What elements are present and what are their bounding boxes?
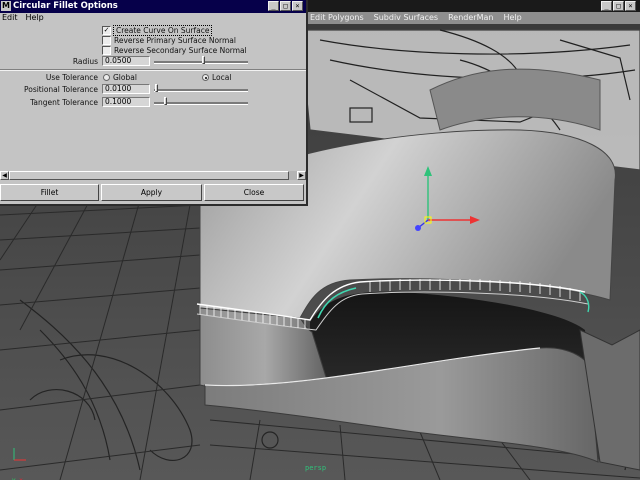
reverse-secondary-normal-option[interactable]: Reverse Secondary Surface Normal	[102, 45, 247, 55]
tolerance-global-label: Global	[113, 73, 137, 82]
create-curve-on-surface-checkbox[interactable]: ✓	[102, 25, 111, 35]
tangent-tolerance-label: Tangent Tolerance	[30, 98, 98, 107]
tolerance-local-label: Local	[212, 73, 232, 82]
tangent-tolerance-slider[interactable]	[154, 102, 248, 105]
positional-tolerance-label: Positional Tolerance	[23, 85, 98, 94]
tolerance-local-radio[interactable]	[202, 74, 209, 81]
maya-window-controls: _ □ ×	[601, 1, 636, 11]
dialog-menubar: Edit Help	[0, 13, 306, 24]
positional-tolerance-field[interactable]: 0.0100	[102, 84, 150, 94]
menu-renderman[interactable]: RenderMan	[448, 13, 493, 22]
close-button[interactable]: ×	[625, 1, 636, 11]
scrollbar-thumb[interactable]	[9, 171, 289, 180]
menu-edit-polygons[interactable]: Edit Polygons	[310, 13, 364, 22]
dialog-titlebar[interactable]: M Circular Fillet Options _ □ ×	[0, 0, 306, 13]
radius-field[interactable]: 0.0500	[102, 56, 150, 66]
radius-slider[interactable]	[154, 61, 248, 64]
maya-app-icon: M	[1, 1, 11, 11]
create-curve-on-surface-option[interactable]: ✓ Create Curve On Surface	[102, 24, 213, 36]
menu-help[interactable]: Help	[503, 13, 521, 22]
tolerance-local-option[interactable]: Local	[202, 73, 231, 82]
dialog-window-controls: _ □ ×	[268, 1, 303, 11]
dialog-minimize-button[interactable]: _	[268, 1, 279, 11]
radius-label: Radius	[72, 57, 98, 66]
dialog-close-button[interactable]: ×	[292, 1, 303, 11]
apply-button[interactable]: Apply	[101, 184, 202, 201]
reverse-secondary-normal-label: Reverse Secondary Surface Normal	[114, 45, 247, 55]
scroll-left-arrow-icon[interactable]: ◀	[0, 171, 9, 180]
minimize-button[interactable]: _	[601, 1, 612, 11]
scroll-right-arrow-icon[interactable]: ▶	[297, 171, 306, 180]
maximize-button[interactable]: □	[613, 1, 624, 11]
reverse-secondary-normal-checkbox[interactable]	[102, 45, 111, 55]
tolerance-global-radio[interactable]	[103, 74, 110, 81]
create-curve-on-surface-label: Create Curve On Surface	[112, 24, 213, 36]
dialog-maximize-button[interactable]: □	[280, 1, 291, 11]
use-tolerance-label: Use Tolerance	[45, 73, 98, 82]
dialog-menu-help[interactable]: Help	[26, 13, 44, 24]
dialog-horizontal-scrollbar[interactable]: ◀ ▶	[0, 171, 306, 180]
view-label: persp	[305, 464, 326, 472]
section-divider	[0, 69, 306, 71]
reverse-primary-normal-label: Reverse Primary Surface Normal	[114, 35, 236, 45]
maya-menus: Edit Polygons Subdiv Surfaces RenderMan …	[310, 13, 522, 22]
fillet-button[interactable]: Fillet	[0, 184, 99, 201]
tolerance-global-option[interactable]: Global	[103, 73, 137, 82]
tangent-tolerance-field[interactable]: 0.1000	[102, 97, 150, 107]
dialog-title: Circular Fillet Options	[13, 1, 118, 11]
tangent-tolerance-slider-handle[interactable]	[164, 97, 167, 105]
reverse-primary-normal-option[interactable]: Reverse Primary Surface Normal	[102, 35, 236, 45]
reverse-primary-normal-checkbox[interactable]	[102, 35, 111, 45]
dialog-menu-edit[interactable]: Edit	[2, 13, 18, 24]
positional-tolerance-slider-handle[interactable]	[155, 84, 158, 92]
close-dialog-button[interactable]: Close	[204, 184, 304, 201]
radius-slider-handle[interactable]	[202, 56, 205, 64]
circular-fillet-options-dialog: M Circular Fillet Options _ □ × Edit Hel…	[0, 0, 308, 206]
positional-tolerance-slider[interactable]	[154, 89, 248, 92]
menu-subdiv-surfaces[interactable]: Subdiv Surfaces	[374, 13, 438, 22]
